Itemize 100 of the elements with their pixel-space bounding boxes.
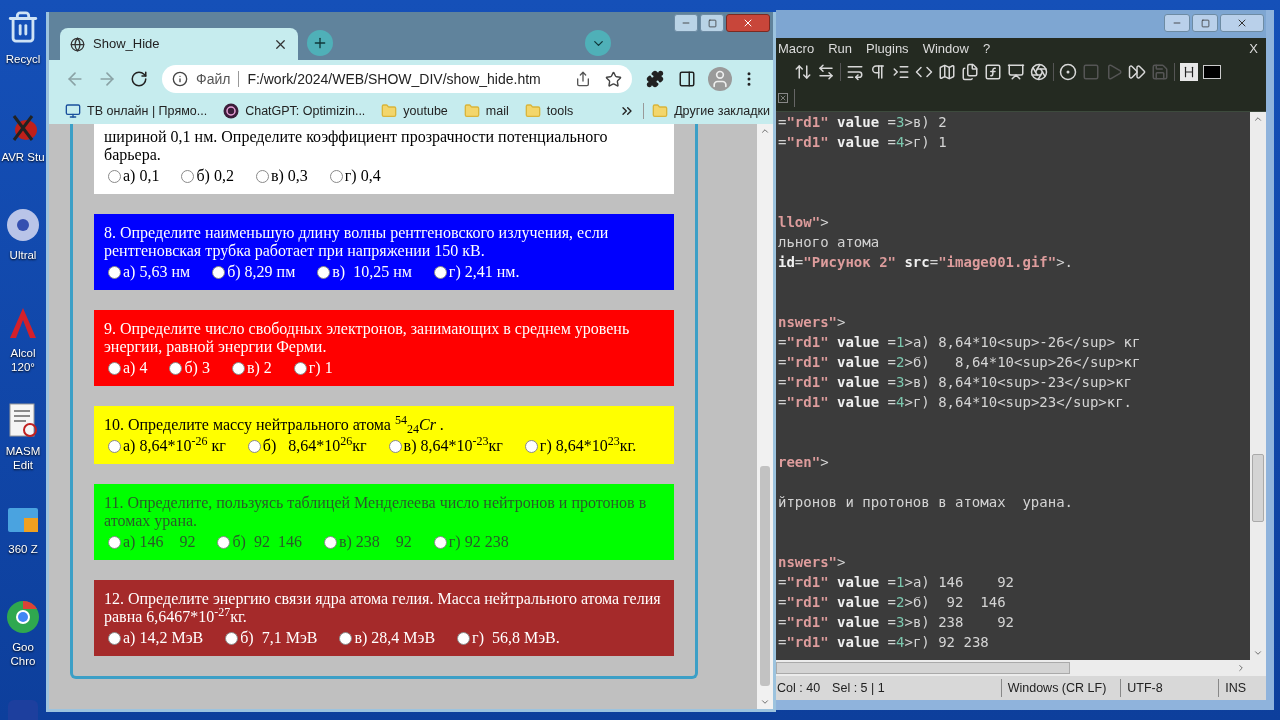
aperture-icon[interactable] [1030,63,1048,81]
radio-button[interactable] [108,535,121,549]
menu-item[interactable]: Run [828,39,852,59]
answer-option[interactable]: а) 146 92 [108,532,196,552]
answer-option[interactable]: а) 5,63 нм [108,262,191,282]
radio-button[interactable] [225,631,239,645]
maximize-button[interactable] [700,14,724,32]
answer-option[interactable]: г) 1 [293,358,333,378]
radio-button[interactable] [339,631,353,645]
scrollbar-thumb[interactable] [776,662,1070,674]
close-tab-icon[interactable] [778,92,788,103]
bookmark[interactable]: tools [524,101,574,121]
heading-icon[interactable] [1180,63,1198,81]
scroll-down-icon[interactable] [1253,648,1263,658]
monitor-icon[interactable] [1007,63,1025,81]
radio-button[interactable] [317,265,331,279]
answer-option[interactable]: в) 8,64*10$^{-23}$кг [388,436,503,456]
word-wrap-icon[interactable] [846,63,864,81]
close-menu-item[interactable]: X [1249,39,1258,59]
radio-button[interactable] [524,439,538,453]
answer-option[interactable]: в) 238 92 [323,532,412,552]
share-icon[interactable] [575,71,591,87]
extensions-icon[interactable] [646,70,664,88]
scrollbar[interactable] [776,660,1266,676]
bookmark[interactable]: ChatGPT: Optimizin... [223,101,366,121]
radio-button[interactable] [212,265,226,279]
menu-item[interactable]: ? [982,39,991,59]
bookmark[interactable]: mail [463,101,509,121]
scrollbar[interactable] [757,124,773,709]
scroll-up-icon[interactable] [1253,114,1263,124]
pilcrow-icon[interactable] [869,63,887,81]
code-area[interactable] [776,112,1250,660]
answer-option[interactable]: а) 14,2 МэВ [108,628,204,648]
address-bar[interactable]: Файл F:/work/2024/WEB/SHOW_DIV/show_hide.htm [162,65,632,93]
radio-button[interactable] [433,535,447,549]
terminal-icon[interactable] [1203,65,1221,79]
minimize-button[interactable] [674,14,698,32]
radio-button[interactable] [247,439,261,453]
scroll-up-icon[interactable] [760,126,770,136]
fast-forward-icon[interactable] [1128,63,1146,81]
radio-button[interactable] [388,439,402,453]
sync-scroll-icon[interactable] [794,63,812,81]
radio-button[interactable] [323,535,337,549]
answer-option[interactable]: б) 3 [169,358,210,378]
function-icon[interactable] [984,63,1002,81]
answer-option[interactable]: г) 56,8 МэВ. [457,628,560,648]
close-button[interactable] [1220,14,1264,32]
radio-button[interactable] [108,361,121,375]
minimize-button[interactable] [1164,14,1190,32]
maximize-button[interactable] [1192,14,1218,32]
browser-tab[interactable]: Show_Hide [60,28,298,60]
radio-button[interactable] [108,439,121,453]
scrollbar[interactable] [1250,112,1266,660]
sync-scroll-icon[interactable] [817,63,835,81]
bookmark[interactable]: ТВ онлайн | Прямо... [65,101,208,121]
answer-option[interactable]: г) 92 238 [433,532,509,552]
answer-option[interactable]: в) 10,25 нм [317,262,412,282]
answer-option[interactable]: б) 8,64*10$^{26}$кг [247,436,367,456]
radio-button[interactable] [433,265,447,279]
bookmark[interactable]: Другие закладки [652,101,770,121]
radio-button[interactable] [217,535,231,549]
close-button[interactable] [726,14,770,32]
answer-option[interactable]: в) 28,4 МэВ [339,628,436,648]
answer-option[interactable]: б) 92 146 [217,532,302,552]
answer-option[interactable]: б) 7,1 МэВ [225,628,318,648]
radio-button[interactable] [108,265,121,279]
answer-option[interactable]: в) 0,3 [255,166,308,186]
radio-button[interactable] [169,361,183,375]
new-tab-button[interactable] [307,30,333,56]
radio-button[interactable] [329,169,343,183]
side-panel-icon[interactable] [678,70,696,88]
scroll-right-icon[interactable] [1236,663,1246,673]
reload-icon[interactable] [130,70,148,88]
radio-button[interactable] [457,631,471,645]
answer-option[interactable]: г) 0,4 [329,166,381,186]
menu-item[interactable]: Plugins [866,39,909,59]
radio-button[interactable] [108,169,121,183]
indent-icon[interactable] [892,63,910,81]
answer-option[interactable]: в) 2 [231,358,272,378]
radio-button[interactable] [293,361,307,375]
files-icon[interactable] [961,63,979,81]
avatar-icon[interactable] [708,67,732,91]
answer-option[interactable]: б) 0,2 [181,166,234,186]
menu-item[interactable]: Window [922,39,969,59]
record-icon[interactable] [1059,63,1077,81]
bookmark[interactable]: youtube [381,101,448,121]
answer-option[interactable]: г) 8,64*10$^{23}$кг. [524,436,637,456]
answer-option[interactable]: б) 8,29 пм [212,262,296,282]
radio-button[interactable] [181,169,195,183]
scrollbar-thumb[interactable] [760,466,770,686]
map-icon[interactable] [938,63,956,81]
answer-option[interactable]: а) 4 [108,358,148,378]
answer-option[interactable]: а) 0,1 [108,166,160,186]
answer-option[interactable]: г) 2,41 нм. [433,262,520,282]
radio-button[interactable] [108,631,121,645]
radio-button[interactable] [231,361,245,375]
radio-button[interactable] [255,169,269,183]
star-icon[interactable] [605,70,622,88]
scrollbar-thumb[interactable] [1252,454,1264,522]
scroll-down-icon[interactable] [760,697,770,707]
